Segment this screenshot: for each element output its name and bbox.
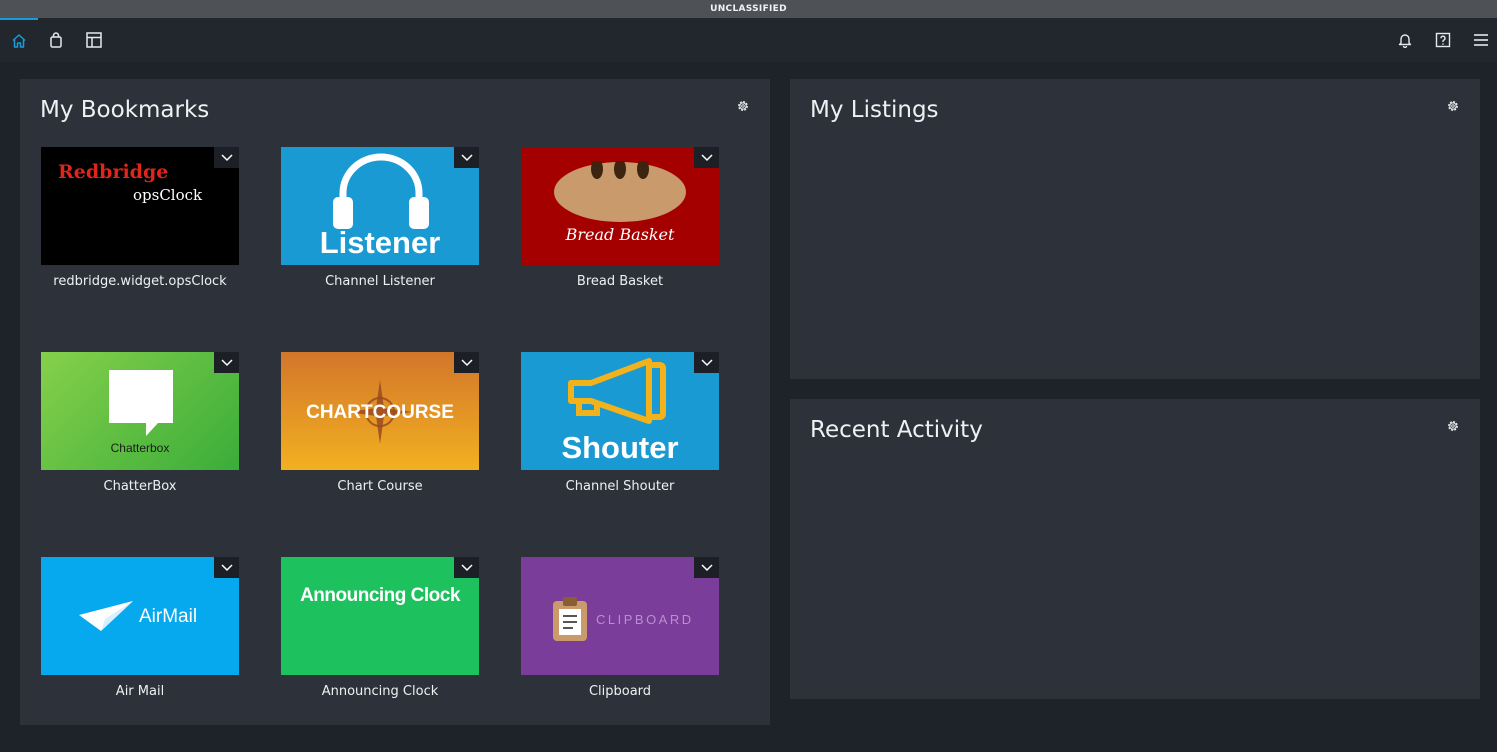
tile-options-dropdown[interactable]: [454, 557, 479, 578]
thumb-title: Shouter: [561, 430, 679, 465]
megaphone-icon: [568, 358, 666, 424]
recent-activity-title: Recent Activity: [810, 417, 983, 443]
bookmark-label[interactable]: ChatterBox: [20, 479, 260, 494]
store-bag-icon: [50, 32, 62, 48]
home-icon: [12, 34, 26, 48]
tile-options-dropdown[interactable]: [694, 557, 719, 578]
bookmark-thumbnail[interactable]: Announcing Clock: [281, 557, 479, 675]
headphones-icon: [333, 153, 429, 229]
bookmark-thumbnail[interactable]: AirMail: [41, 557, 239, 675]
bookmark-tile-chatterbox[interactable]: Chatterbox ChatterBox: [20, 352, 260, 547]
nav-dashboard-button[interactable]: [75, 18, 113, 62]
classification-banner: UNCLASSIFIED: [0, 0, 1497, 18]
gear-icon[interactable]: [1446, 99, 1460, 113]
chevron-down-icon: [220, 153, 233, 161]
tile-options-dropdown[interactable]: [214, 352, 239, 373]
help-button[interactable]: [1424, 18, 1462, 62]
tile-options-dropdown[interactable]: [214, 147, 239, 168]
bookmark-label[interactable]: Air Mail: [20, 684, 260, 699]
bookmark-label[interactable]: Chart Course: [260, 479, 500, 494]
bookmark-label[interactable]: Channel Shouter: [500, 479, 740, 494]
gear-icon[interactable]: [736, 99, 750, 113]
thumb-title: Listener: [319, 225, 441, 260]
thumb-title: Chatterbox: [110, 441, 170, 455]
speech-bubble-icon: [109, 370, 173, 436]
paper-plane-icon: [79, 601, 133, 631]
bookmark-tile-clipboard[interactable]: CLIPBOARD Clipboard: [500, 557, 740, 752]
chevron-down-icon: [220, 563, 233, 571]
chevron-down-icon: [460, 358, 473, 366]
bread-icon: [554, 161, 686, 222]
listings-panel: My Listings: [790, 79, 1480, 379]
bookmark-thumbnail[interactable]: CLIPBOARD: [521, 557, 719, 675]
tile-options-dropdown[interactable]: [454, 147, 479, 168]
bookmarks-panel: My Bookmarks Redbridge opsClock redbridg…: [20, 79, 770, 725]
bookmark-thumbnail[interactable]: Chatterbox: [41, 352, 239, 470]
bookmark-tile-opsclock[interactable]: Redbridge opsClock redbridge.widget.opsC…: [20, 147, 260, 342]
bookmark-label[interactable]: Clipboard: [500, 684, 740, 699]
bookmark-label[interactable]: Bread Basket: [500, 274, 740, 289]
help-icon: [1435, 32, 1451, 48]
clipboard-icon: [553, 597, 587, 641]
thumb-title: CLIPBOARD: [596, 612, 694, 627]
nav-store-button[interactable]: [37, 18, 75, 62]
thumb-title: AirMail: [139, 606, 198, 627]
hamburger-menu-icon: [1474, 34, 1488, 46]
thumb-title: CHARTCOURSE: [306, 402, 454, 423]
chevron-down-icon: [700, 358, 713, 366]
gear-icon[interactable]: [1446, 419, 1460, 433]
thumb-title: Bread Basket: [565, 225, 675, 244]
dashboard-layout-icon: [86, 32, 102, 48]
bookmark-tile-bread-basket[interactable]: Bread Basket Bread Basket: [500, 147, 740, 342]
chevron-down-icon: [220, 358, 233, 366]
chevron-down-icon: [700, 563, 713, 571]
chevron-down-icon: [460, 153, 473, 161]
tile-options-dropdown[interactable]: [694, 352, 719, 373]
listings-title: My Listings: [810, 97, 939, 123]
bookmark-tile-air-mail[interactable]: AirMail Air Mail: [20, 557, 260, 752]
bookmark-thumbnail[interactable]: CHARTCOURSE: [281, 352, 479, 470]
chevron-down-icon: [700, 153, 713, 161]
main-menu-button[interactable]: [1462, 18, 1497, 62]
tile-options-dropdown[interactable]: [694, 147, 719, 168]
bookmark-tile-announcing-clock[interactable]: Announcing Clock Announcing Clock: [260, 557, 500, 752]
bookmark-label[interactable]: Announcing Clock: [260, 684, 500, 699]
bookmark-tile-channel-listener[interactable]: Listener Channel Listener: [260, 147, 500, 342]
bookmark-thumbnail[interactable]: Shouter: [521, 352, 719, 470]
bookmark-tile-channel-shouter[interactable]: Shouter Channel Shouter: [500, 352, 740, 547]
bookmark-label[interactable]: redbridge.widget.opsClock: [20, 274, 260, 289]
thumb-title: Redbridge: [58, 161, 169, 183]
thumb-subtitle: opsClock: [133, 186, 203, 204]
notifications-button[interactable]: [1386, 18, 1424, 62]
tile-options-dropdown[interactable]: [214, 557, 239, 578]
bookmark-label[interactable]: Channel Listener: [260, 274, 500, 289]
chevron-down-icon: [460, 563, 473, 571]
bookmark-thumbnail[interactable]: Bread Basket: [521, 147, 719, 265]
bookmark-tile-chart-course[interactable]: CHARTCOURSE Chart Course: [260, 352, 500, 547]
top-nav-bar: [0, 18, 1497, 62]
recent-activity-panel: Recent Activity: [790, 399, 1480, 699]
tile-options-dropdown[interactable]: [454, 352, 479, 373]
bookmark-thumbnail[interactable]: Redbridge opsClock: [41, 147, 239, 265]
bookmarks-title: My Bookmarks: [40, 97, 210, 123]
thumb-title: Announcing Clock: [300, 585, 460, 606]
nav-home-button[interactable]: [0, 18, 38, 62]
bell-icon: [1398, 34, 1412, 48]
bookmark-thumbnail[interactable]: Listener: [281, 147, 479, 265]
